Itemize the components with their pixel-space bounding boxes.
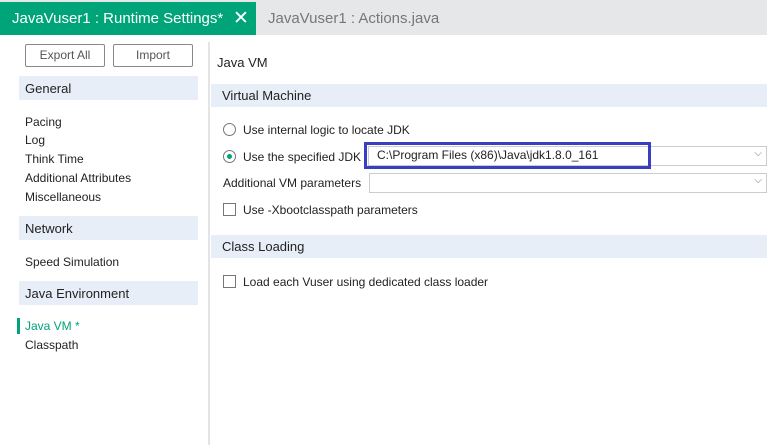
sidebar-item-additional-attributes[interactable]: Additional Attributes [25, 171, 131, 185]
xboot-checkbox[interactable] [223, 203, 236, 216]
sidebar-item-pacing[interactable]: Pacing [25, 115, 62, 129]
radio-internal-label: Use internal logic to locate JDK [243, 123, 410, 137]
radio-internal-jdk[interactable] [223, 123, 236, 136]
page-title: Java VM [217, 55, 268, 70]
section-general: General [19, 76, 198, 100]
sidebar-item-classpath[interactable]: Classpath [25, 338, 78, 352]
export-all-button[interactable]: Export All [25, 44, 105, 67]
close-icon[interactable]: ✕ [233, 7, 249, 30]
radio-specified-label: Use the specified JDK [243, 150, 362, 164]
tab-actions-java[interactable]: JavaVuser1 : Actions.java [268, 10, 439, 27]
tab-label: JavaVuser1 : Runtime Settings* [12, 10, 224, 27]
additional-vm-combo[interactable]: ⌵ [369, 173, 767, 193]
virtual-machine-header: Virtual Machine [211, 84, 767, 107]
jdk-path-highlight: C:\Program Files (x86)\Java\jdk1.8.0_161 [364, 142, 651, 169]
additional-vm-label: Additional VM parameters [223, 176, 362, 190]
dedicated-loader-checkbox[interactable] [223, 275, 236, 288]
tab-runtime-settings[interactable]: JavaVuser1 : Runtime Settings* ✕ [0, 2, 256, 35]
sidebar-item-log[interactable]: Log [25, 133, 45, 147]
jdk-path-value: C:\Program Files (x86)\Java\jdk1.8.0_161 [377, 148, 599, 162]
xboot-label: Use -Xbootclasspath parameters [243, 203, 418, 217]
sidebar-item-speed-simulation[interactable]: Speed Simulation [25, 255, 119, 269]
sidebar-item-think-time[interactable]: Think Time [25, 152, 84, 166]
section-java-environment: Java Environment [19, 281, 198, 305]
panel-divider[interactable] [208, 42, 210, 445]
import-button[interactable]: Import [113, 44, 193, 67]
selected-indicator [17, 318, 20, 334]
radio-specified-jdk[interactable] [223, 150, 236, 163]
dedicated-loader-label: Load each Vuser using dedicated class lo… [243, 275, 489, 289]
chevron-down-icon[interactable]: ⌵ [754, 175, 762, 186]
class-loading-header: Class Loading [211, 235, 767, 258]
sidebar-item-java-vm[interactable]: Java VM * [25, 319, 80, 333]
section-network: Network [19, 216, 198, 240]
sidebar-item-miscellaneous[interactable]: Miscellaneous [25, 190, 101, 204]
chevron-down-icon[interactable]: ⌵ [754, 148, 762, 159]
